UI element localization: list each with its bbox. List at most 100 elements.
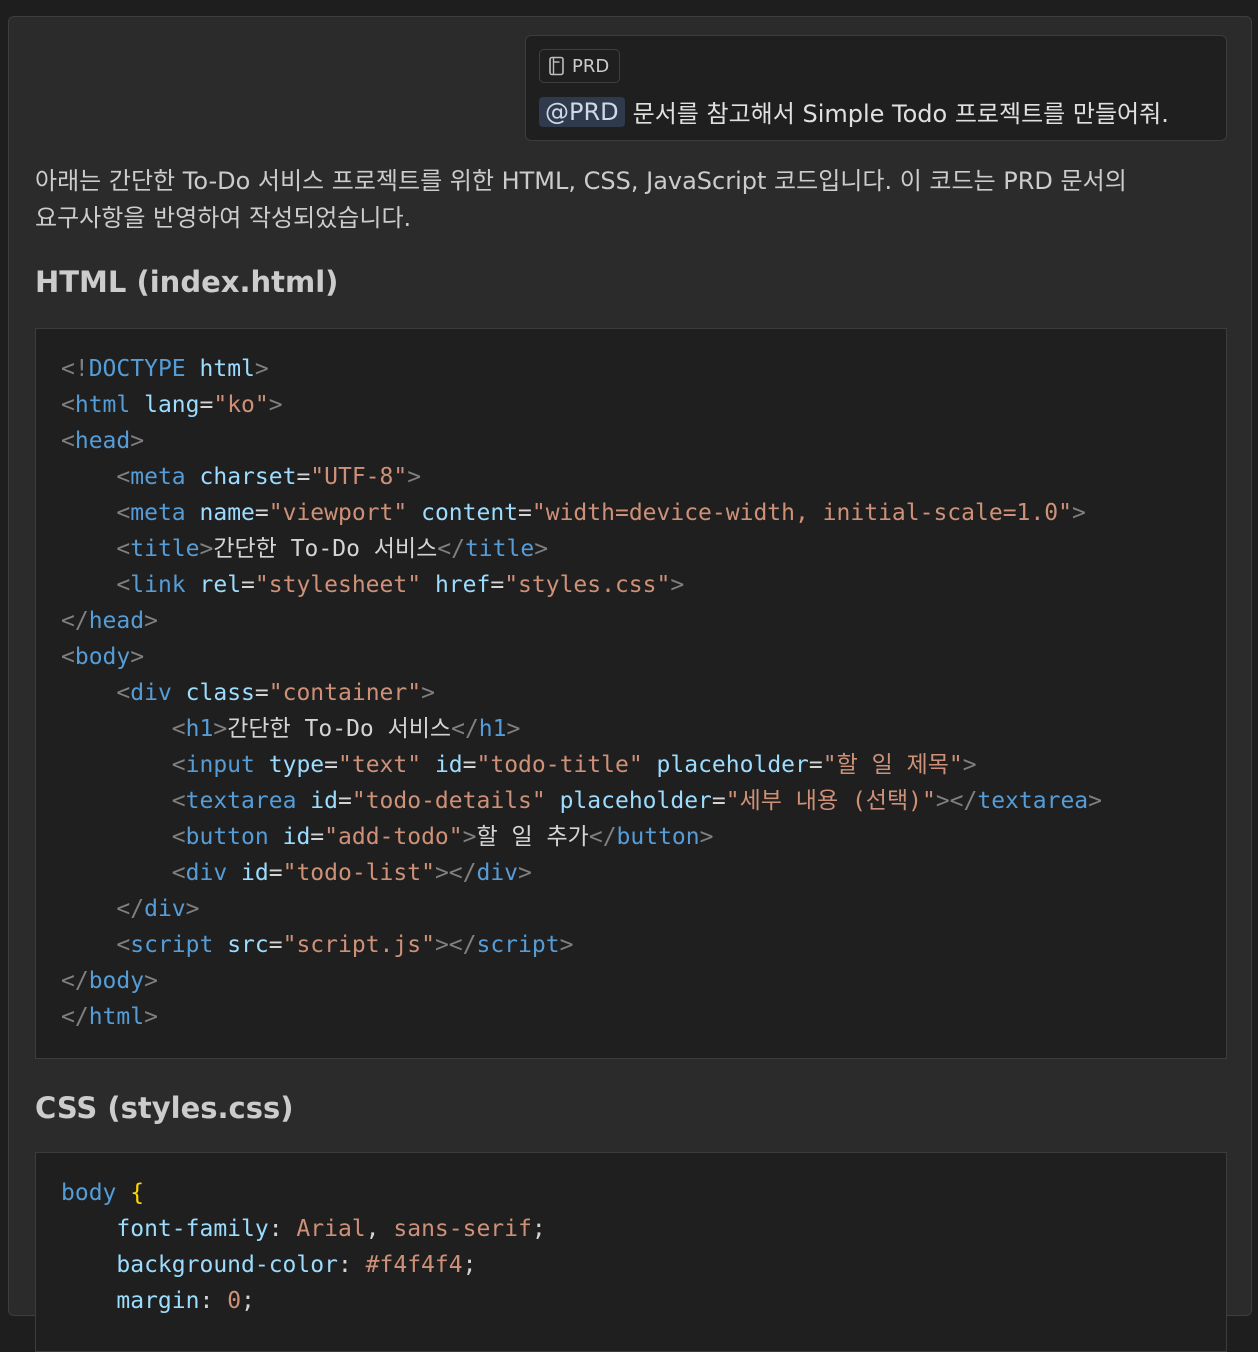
code-token: div <box>185 860 228 886</box>
code-token: head <box>88 608 145 634</box>
code-token: "할 일 제목" <box>822 752 963 778</box>
code-token: > <box>185 896 200 922</box>
code-token: > <box>130 428 145 454</box>
code-line: <button id="add-todo">할 일 추가</button> <box>61 819 1102 855</box>
code-token: id <box>282 824 311 850</box>
code-token: = <box>518 500 532 526</box>
code-token: div <box>476 860 519 886</box>
code-token: "viewport" <box>268 500 408 526</box>
code-token: meta <box>130 500 186 526</box>
code-token: </ <box>588 824 617 850</box>
code-line: </head> <box>61 603 1102 639</box>
code-token: < <box>116 536 131 562</box>
code-token: : <box>199 1288 228 1314</box>
html-code: <!DOCTYPE html> <html lang="ko"> <head> <m… <box>61 351 1102 1035</box>
code-token: placeholder <box>559 788 712 814</box>
code-token: = <box>268 932 283 958</box>
code-token: background-color <box>116 1252 338 1278</box>
code-token: 할 일 추가 <box>476 824 589 850</box>
intro-line: 아래는 간단한 To-Do 서비스 프로젝트를 위한 HTML, CSS, Ja… <box>35 167 1127 195</box>
code-token: "todo-list" <box>282 860 435 886</box>
code-token: input <box>185 752 255 778</box>
code-token: < <box>116 464 131 490</box>
code-token: = <box>268 860 283 886</box>
code-token: body <box>61 1180 117 1206</box>
code-token: link <box>130 572 186 598</box>
code-token: ; <box>531 1216 546 1242</box>
code-token: "todo-details" <box>351 788 546 814</box>
code-token: = <box>254 500 269 526</box>
code-token: id <box>310 788 338 814</box>
code-token: < <box>116 572 131 598</box>
document-icon <box>549 56 564 76</box>
code-token: > <box>506 716 521 742</box>
code-token: </ <box>451 716 479 742</box>
code-token: </ <box>61 608 89 634</box>
code-token: div <box>144 896 186 922</box>
code-token: title <box>130 536 200 562</box>
code-token: ></ <box>434 932 477 958</box>
code-line: </html> <box>61 999 1102 1035</box>
code-token: = <box>337 788 352 814</box>
code-token: type <box>268 752 325 778</box>
code-token: href <box>434 572 491 598</box>
context-chip-prd[interactable]: PRD <box>539 49 621 83</box>
code-line: <title>간단한 To-Do 서비스</title> <box>61 531 1102 567</box>
code-line: </body> <box>61 963 1102 999</box>
code-token: textarea <box>185 788 297 814</box>
code-token: h1 <box>478 716 507 742</box>
code-token: content <box>421 500 519 526</box>
code-token: < <box>61 392 75 418</box>
code-line: <body> <box>61 639 1102 675</box>
code-token: script <box>476 932 560 958</box>
code-token: > <box>559 932 574 958</box>
code-token: </ <box>116 896 145 922</box>
code-token: = <box>324 752 338 778</box>
code-token: < <box>171 860 186 886</box>
code-line: <script src="script.js"></script> <box>61 927 1102 963</box>
code-token: > <box>670 572 685 598</box>
code-token: > <box>699 824 714 850</box>
code-token: = <box>462 752 477 778</box>
code-token: < <box>116 500 131 526</box>
code-token: < <box>171 788 186 814</box>
code-line: background-color: #f4f4f4; <box>61 1247 546 1283</box>
html-code-block[interactable]: <!DOCTYPE html> <html lang="ko"> <head> <m… <box>35 328 1227 1059</box>
code-token: : <box>337 1252 366 1278</box>
code-line: <input type="text" id="todo-title" place… <box>61 747 1102 783</box>
css-code-block[interactable]: body { font-family: Arial, sans-serif; b… <box>35 1152 1227 1352</box>
code-token: script <box>130 932 214 958</box>
code-token: button <box>616 824 700 850</box>
code-token: html <box>199 356 255 382</box>
code-token: sans-serif <box>393 1216 532 1242</box>
code-token: name <box>199 500 255 526</box>
code-token: 간단한 To-Do 서비스 <box>213 536 438 562</box>
prd-mention[interactable]: @PRD <box>539 96 625 127</box>
code-token: "script.js" <box>282 932 435 958</box>
code-token: < <box>61 428 75 454</box>
code-token: button <box>185 824 269 850</box>
code-token: 0 <box>227 1288 242 1314</box>
code-token: font-family <box>116 1216 269 1242</box>
code-token: charset <box>199 464 297 490</box>
code-line: <meta charset="UTF-8"> <box>61 459 1102 495</box>
